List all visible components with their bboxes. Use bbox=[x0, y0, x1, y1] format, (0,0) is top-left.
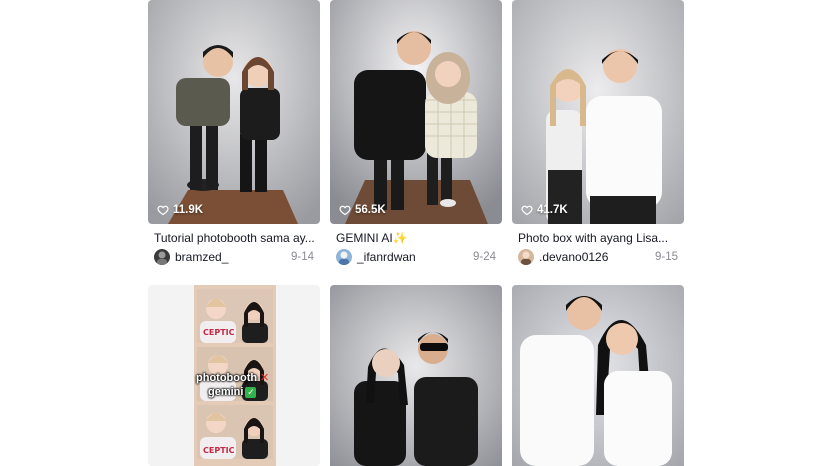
strip-overlay-line-2: gemini ✓ bbox=[208, 386, 257, 398]
avatar[interactable] bbox=[336, 249, 352, 265]
cross-mark-emoji-icon: ✕ bbox=[259, 371, 270, 384]
shirt-print-text: CEPTIC bbox=[203, 328, 235, 337]
thumbnail-photo-2 bbox=[330, 0, 502, 224]
video-thumbnail-6[interactable] bbox=[512, 285, 684, 466]
like-count: 11.9K bbox=[157, 204, 203, 216]
username[interactable]: .devano0126 bbox=[539, 250, 608, 264]
username[interactable]: bramzed_ bbox=[175, 250, 228, 264]
avatar[interactable] bbox=[154, 249, 170, 265]
thumbnail-photo-1 bbox=[148, 0, 320, 224]
avatar[interactable] bbox=[518, 249, 534, 265]
video-thumbnail-5[interactable] bbox=[330, 285, 502, 466]
caption-text: GEMINI AI bbox=[336, 231, 393, 245]
video-thumbnail-2[interactable]: 56.5K bbox=[330, 0, 502, 224]
overlay-text-gemini: gemini bbox=[208, 386, 244, 398]
thumbnail-photo-5 bbox=[330, 285, 502, 466]
video-caption[interactable]: GEMINI AI✨ bbox=[336, 231, 500, 245]
heart-outline-icon bbox=[521, 205, 533, 216]
strip-overlay-line-1: photobooth ✕ bbox=[196, 372, 270, 384]
thumbnail-photo-6 bbox=[512, 285, 684, 466]
heart-outline-icon bbox=[339, 205, 351, 216]
heart-outline-icon bbox=[157, 205, 169, 216]
video-caption[interactable]: Tutorial photobooth sama ay... bbox=[154, 231, 318, 245]
post-date: 9-24 bbox=[472, 251, 496, 263]
video-thumbnail-3[interactable]: 41.7K bbox=[512, 0, 684, 224]
username[interactable]: _ifanrdwan bbox=[357, 250, 416, 264]
like-count: 56.5K bbox=[339, 204, 386, 216]
shirt-print-text: CEPTIC bbox=[203, 446, 235, 455]
like-count-value: 11.9K bbox=[173, 204, 204, 216]
video-meta: .devano0126 9-15 bbox=[518, 248, 678, 266]
video-thumbnail-4[interactable]: CEPTIC CEPTIC photobooth ✕ gemini ✓ bbox=[148, 285, 320, 466]
like-count-value: 41.7K bbox=[537, 204, 568, 216]
like-count: 41.7K bbox=[521, 204, 568, 216]
post-date: 9-15 bbox=[654, 251, 678, 263]
overlay-text-photobooth: photobooth bbox=[196, 372, 258, 384]
video-caption[interactable]: Photo box with ayang Lisa... bbox=[518, 231, 682, 245]
check-mark-emoji-icon: ✓ bbox=[245, 386, 257, 398]
thumbnail-photo-3 bbox=[512, 0, 684, 224]
video-meta: _ifanrdwan 9-24 bbox=[336, 248, 496, 266]
video-meta: bramzed_ 9-14 bbox=[154, 248, 314, 266]
post-date: 9-14 bbox=[290, 251, 314, 263]
like-count-value: 56.5K bbox=[355, 204, 386, 216]
sparkle-emoji-icon: ✨ bbox=[392, 231, 408, 245]
video-thumbnail-1[interactable]: 11.9K bbox=[148, 0, 320, 224]
